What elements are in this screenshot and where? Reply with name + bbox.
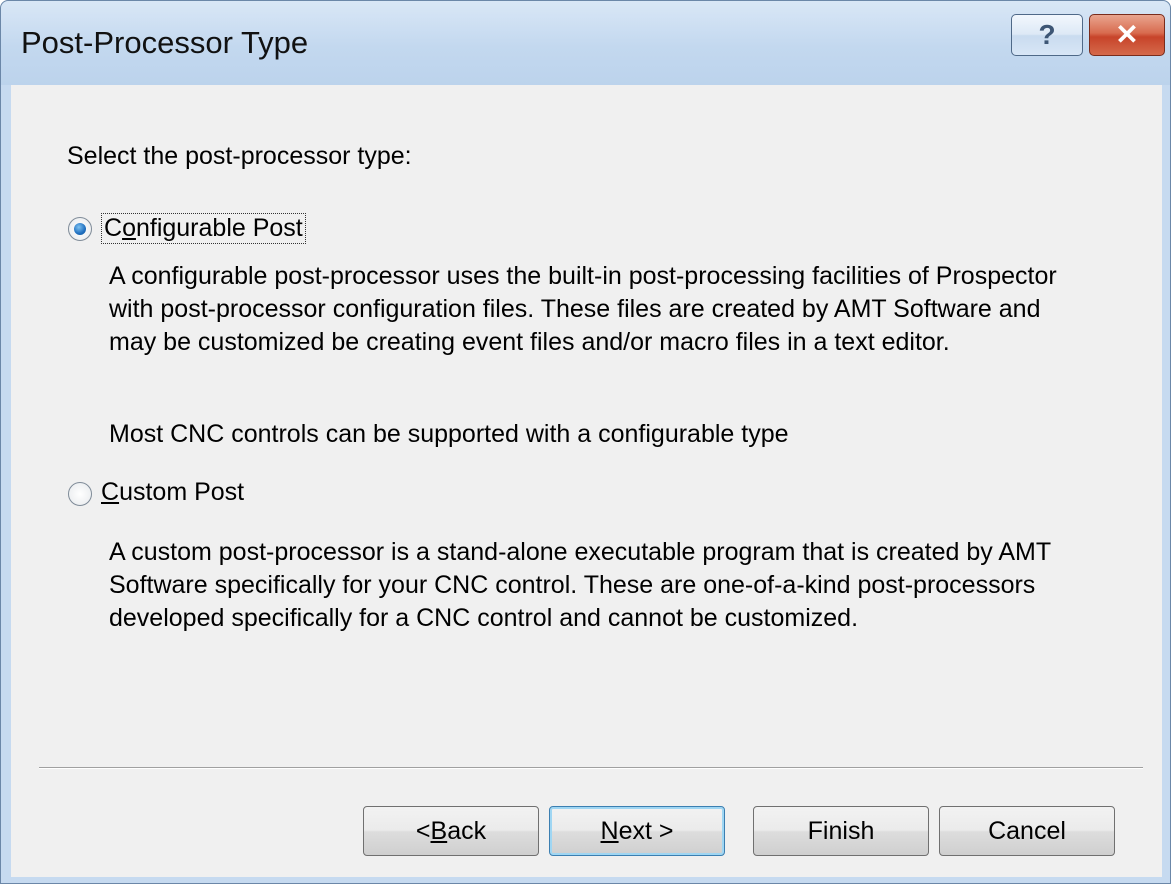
next-button[interactable]: Next > bbox=[549, 806, 725, 856]
configurable-post-note: Most CNC controls can be supported with … bbox=[109, 420, 789, 448]
back-button[interactable]: < Back bbox=[363, 806, 539, 856]
cancel-button[interactable]: Cancel bbox=[939, 806, 1115, 856]
custom-post-description: A custom post-processor is a stand-alone… bbox=[109, 538, 1052, 632]
title-bar[interactable]: Post-Processor Type ? ✕ bbox=[1, 1, 1170, 85]
configurable-post-radio[interactable] bbox=[68, 217, 92, 241]
help-icon: ? bbox=[1038, 19, 1056, 50]
finish-button[interactable]: Finish bbox=[753, 806, 929, 856]
dialog-window: Post-Processor Type ? ✕ Select the post-… bbox=[0, 0, 1171, 884]
window-title: Post-Processor Type bbox=[21, 25, 309, 60]
configurable-post-label[interactable]: Configurable Post bbox=[101, 213, 306, 244]
dialog-content: Select the post-processor type: Configur… bbox=[11, 85, 1162, 877]
custom-post-radio[interactable] bbox=[68, 482, 92, 506]
prompt-label: Select the post-processor type: bbox=[67, 142, 412, 170]
help-button[interactable]: ? bbox=[1011, 14, 1083, 56]
radio-selected-dot bbox=[74, 223, 86, 235]
close-icon: ✕ bbox=[1115, 19, 1139, 50]
configurable-post-description: A configurable post-processor uses the b… bbox=[109, 262, 1057, 356]
separator bbox=[39, 767, 1143, 769]
close-button[interactable]: ✕ bbox=[1089, 14, 1165, 56]
custom-post-label[interactable]: Custom Post bbox=[101, 478, 244, 507]
